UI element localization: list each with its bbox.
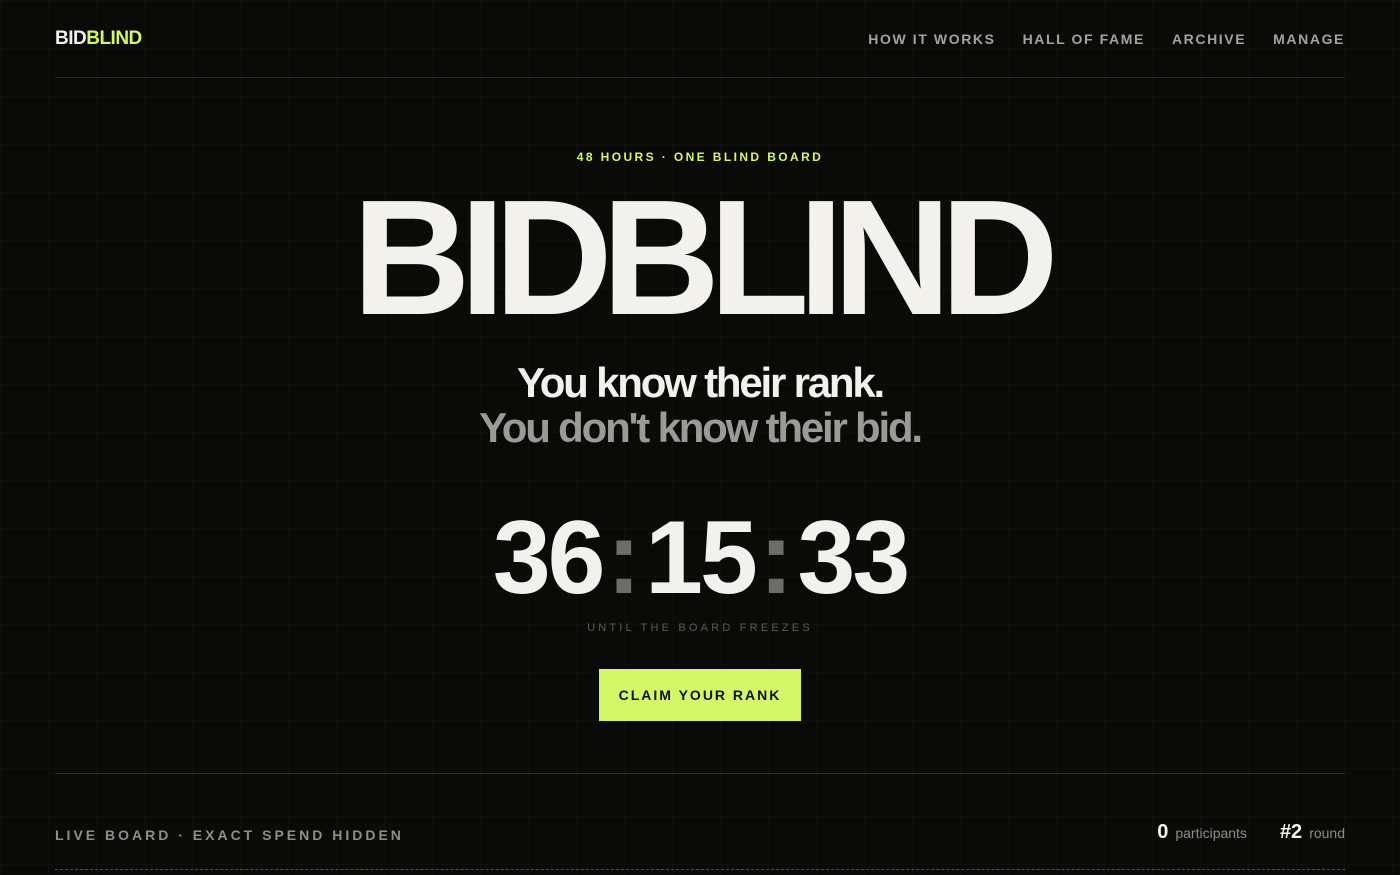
participants-unit: participants (1175, 825, 1247, 841)
participants-stat: 0 participants (1157, 821, 1247, 843)
logo-part-bid: BID (55, 28, 87, 49)
countdown-timer: 36 : 15 : 33 (0, 503, 1400, 613)
hero-title: BIDBLIND (352, 166, 1058, 349)
round-number: #2 (1279, 821, 1303, 843)
board-stats: 0 participants #2 round (1157, 821, 1345, 843)
countdown-minutes: 15 (645, 500, 758, 616)
round-stat: #2 round (1280, 821, 1345, 843)
section-divider (55, 773, 1345, 774)
page: BIDBLIND HOW IT WORKS HALL OF FAME ARCHI… (0, 0, 1400, 875)
tagline-line-2: You don't know their bid. (479, 404, 923, 451)
countdown-hours: 36 (492, 500, 606, 616)
countdown-separator: : (758, 500, 794, 616)
nav-link-manage[interactable]: MANAGE (1273, 31, 1345, 47)
countdown-label: UNTIL THE BOARD FREEZES (587, 622, 813, 634)
tagline-line-1: You know their rank. (517, 359, 885, 406)
round-unit: round (1309, 825, 1345, 841)
logo[interactable]: BIDBLIND (55, 28, 142, 50)
nav-link-how-it-works[interactable]: HOW IT WORKS (868, 31, 995, 47)
countdown-seconds: 33 (797, 500, 910, 616)
hero-eyebrow: 48 HOURS · ONE BLIND BOARD (576, 150, 824, 164)
claim-rank-button[interactable]: CLAIM YOUR RANK (599, 669, 801, 721)
nav-link-archive[interactable]: ARCHIVE (1172, 31, 1246, 47)
site-header: BIDBLIND HOW IT WORKS HALL OF FAME ARCHI… (55, 0, 1345, 78)
nav-link-hall-of-fame[interactable]: HALL OF FAME (1023, 31, 1145, 47)
live-board-label: LIVE BOARD · EXACT SPEND HIDDEN (55, 827, 404, 843)
countdown-separator: : (606, 500, 642, 616)
logo-part-blind: BLIND (86, 28, 142, 49)
board-dashed-divider (55, 869, 1345, 870)
participants-count: 0 (1157, 821, 1169, 843)
main-nav: HOW IT WORKS HALL OF FAME ARCHIVE MANAGE (868, 31, 1345, 47)
